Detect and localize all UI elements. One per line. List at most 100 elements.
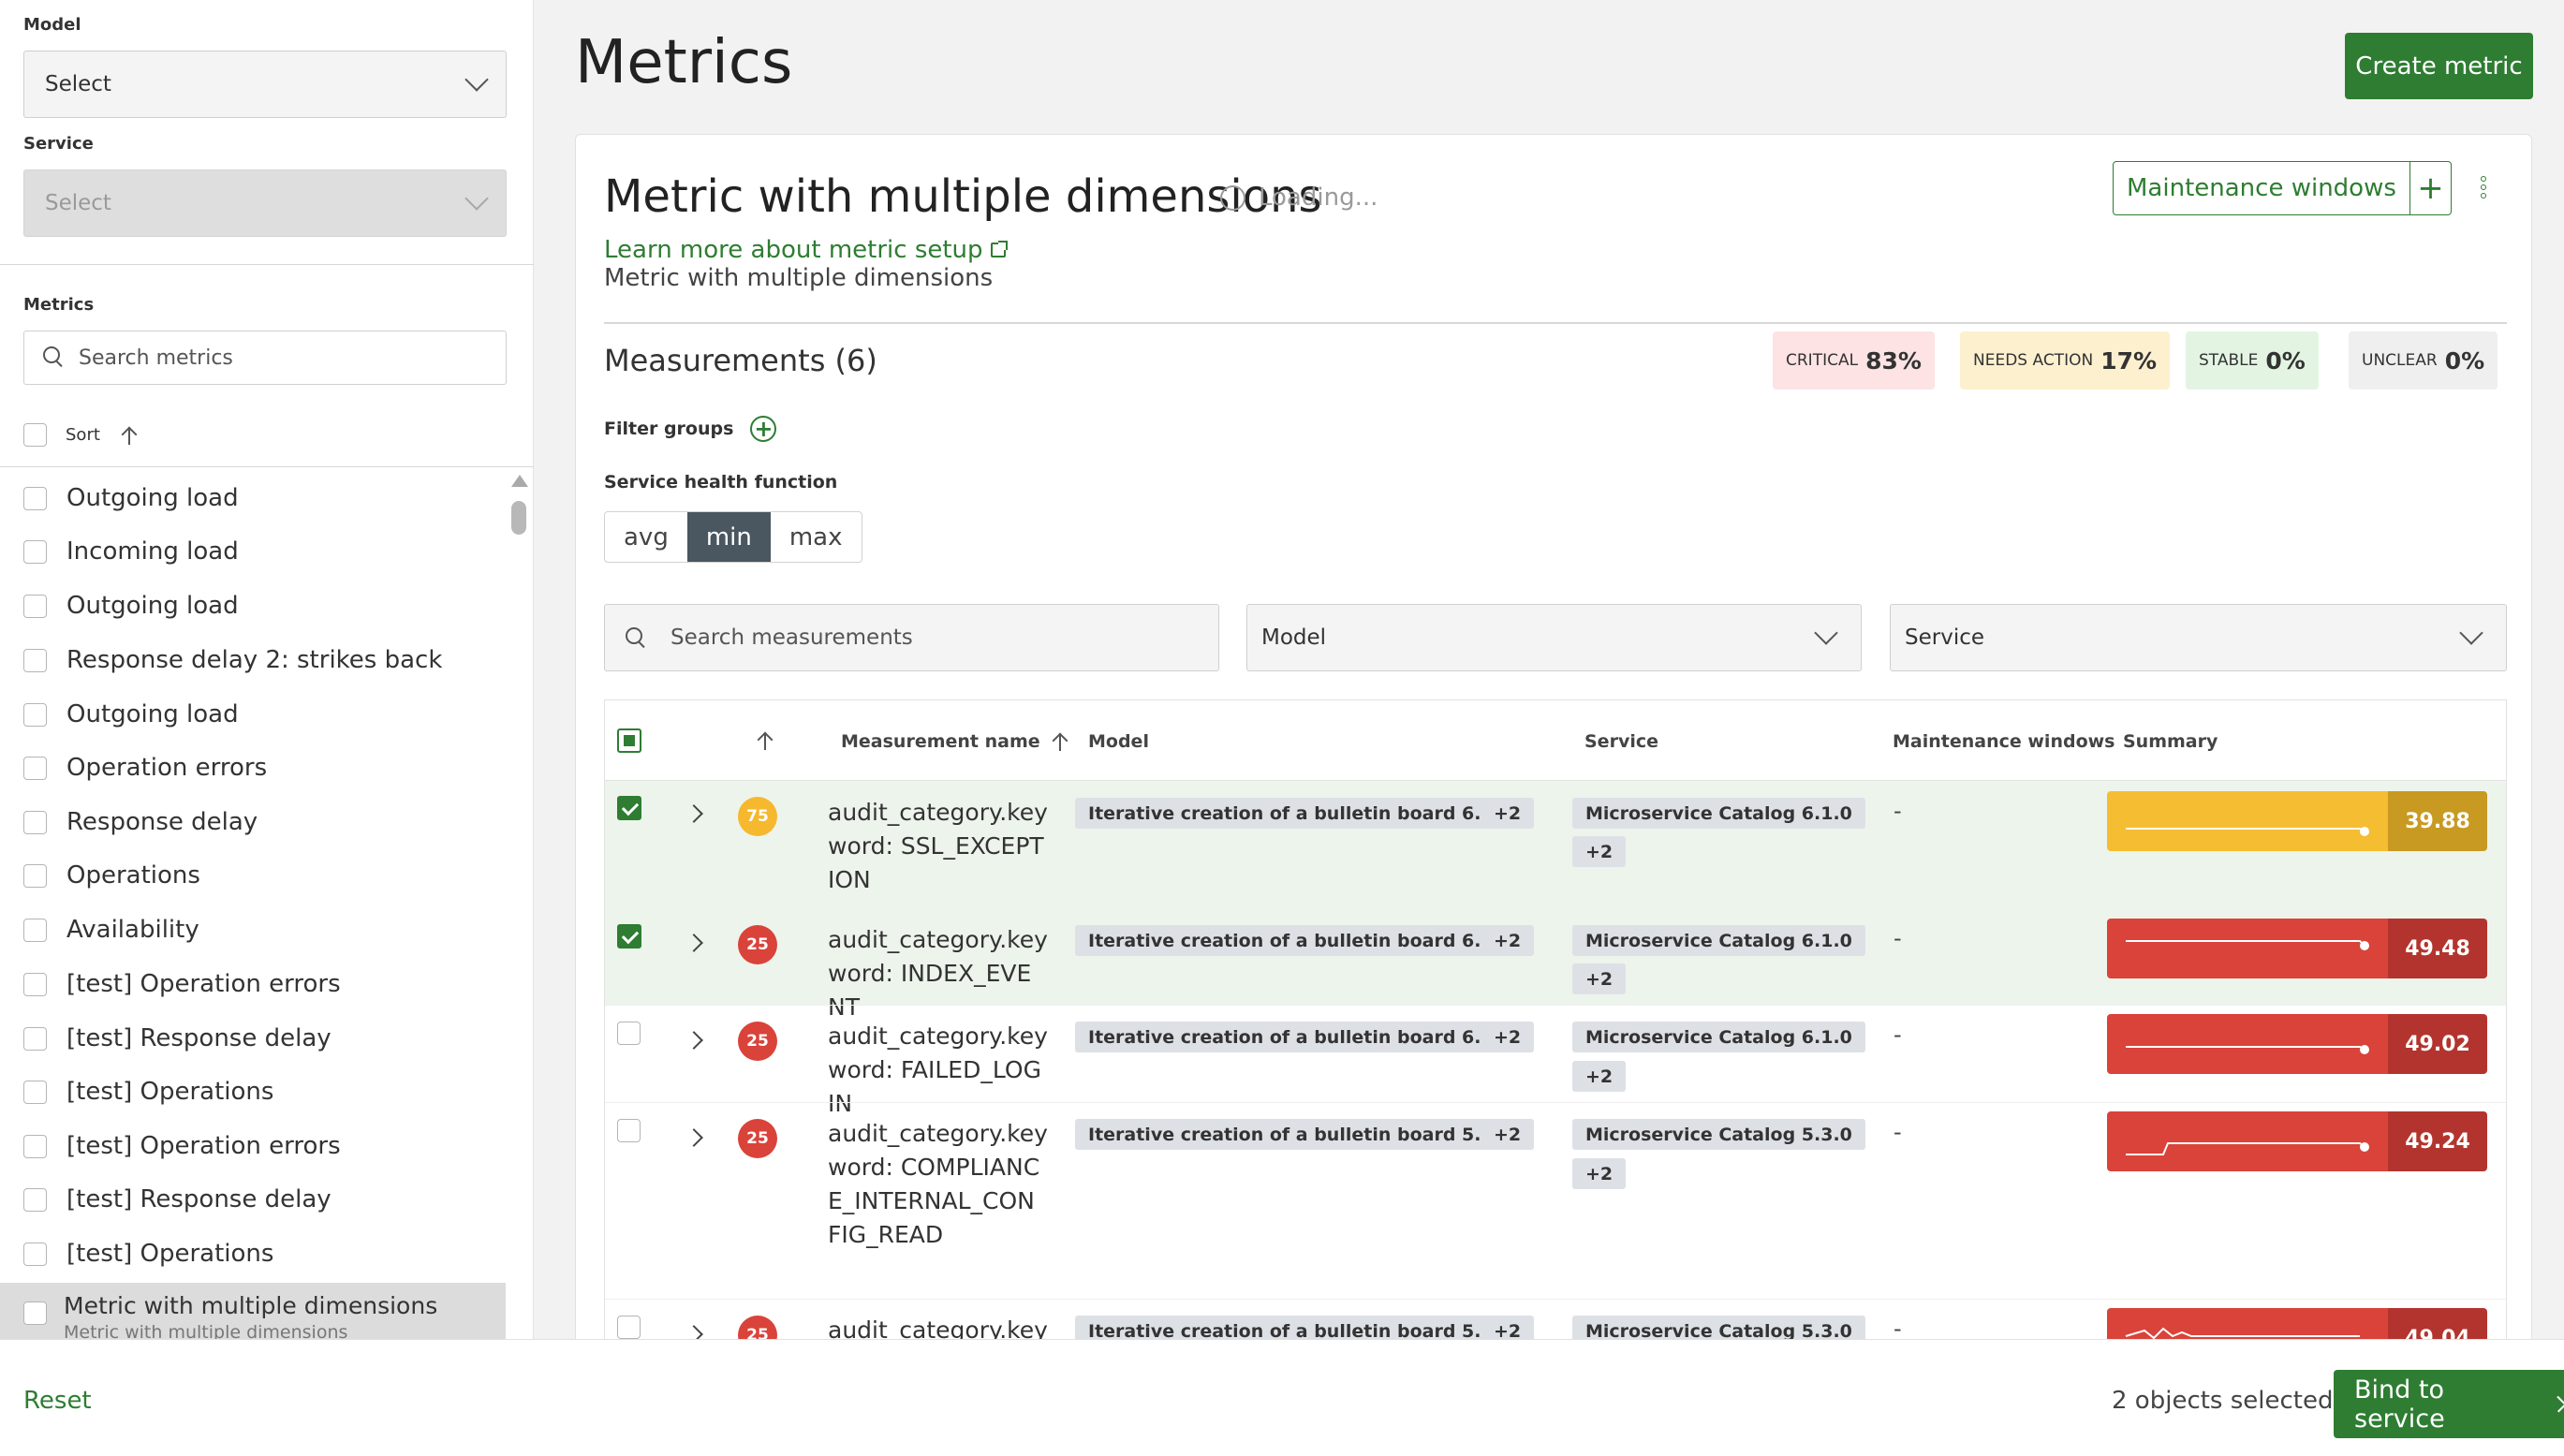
maintenance-value: - [1894,798,1902,824]
metrics-list: Outgoing load Incoming load Outgoing loa… [0,468,506,1339]
service-more-tag[interactable]: +2 [1572,836,1627,867]
scrollbar-thumb[interactable] [511,501,526,535]
list-item[interactable]: Outgoing load [23,592,239,620]
list-item-checkbox[interactable] [23,972,47,996]
search-metrics-input[interactable]: Search metrics [23,331,507,385]
list-item-checkbox[interactable] [23,1187,47,1212]
list-item-checkbox[interactable] [23,702,47,727]
health-option-max[interactable]: max [771,512,862,562]
model-more-tag[interactable]: +2 [1481,925,1535,956]
list-item[interactable]: [test] Operation errors [23,1132,341,1160]
badge-value: 17% [2100,346,2158,375]
service-select: Select [23,169,507,237]
more-options-icon[interactable] [2481,176,2486,201]
model-more-tag[interactable]: +2 [1481,798,1535,829]
list-item-checkbox[interactable] [23,539,47,564]
maintenance-value: - [1894,1316,1902,1342]
badge-key: CRITICAL [1786,351,1859,370]
list-item[interactable]: [test] Operations [23,1240,273,1268]
summary-value: 49.48 [2388,919,2487,978]
score-badge: 25 [738,1022,777,1061]
maintenance-windows-button[interactable]: Maintenance windows + [2113,161,2452,215]
service-filter-select[interactable]: Service [1890,604,2507,671]
list-item-checkbox[interactable] [23,1080,47,1104]
list-item[interactable]: [test] Response delay [23,1024,332,1052]
add-maintenance-window-button[interactable]: + [2409,162,2451,214]
add-filter-group-icon[interactable]: + [750,416,777,442]
list-item[interactable]: Availability [23,916,199,944]
divider [0,264,534,265]
list-item-checkbox[interactable] [23,1134,47,1158]
list-item-checkbox[interactable] [23,594,47,618]
list-item[interactable]: [test] Response delay [23,1185,332,1213]
row-checkbox[interactable] [617,1022,641,1045]
list-item-checkbox[interactable] [23,810,47,834]
list-item-label: Response delay [66,808,258,836]
list-item-checkbox[interactable] [23,1302,47,1325]
column-summary[interactable]: Summary [2123,731,2218,752]
row-checkbox[interactable] [617,1119,641,1142]
table-row[interactable]: 75 audit_category.keyword: SSL_EXCEPTION… [605,781,2506,908]
list-item[interactable]: Outgoing load [23,700,239,728]
chevron-down-icon [1814,621,1838,645]
table-row[interactable]: 25 audit_category.keyword: INDEX_EVENT I… [605,908,2506,1021]
select-all-rows-checkbox[interactable] [617,728,641,753]
expand-chevron-icon[interactable] [685,934,703,952]
column-model[interactable]: Model [1088,731,1149,752]
health-option-min[interactable]: min [686,512,771,562]
service-more-tag[interactable]: +2 [1572,1061,1627,1092]
expand-chevron-icon[interactable] [685,804,703,823]
list-item-label: Metric with multiple dimensions [64,1292,438,1319]
reset-button[interactable]: Reset [23,1387,92,1415]
model-more-tag[interactable]: +2 [1481,1119,1535,1150]
learn-more-text: Learn more about metric setup [604,236,983,264]
list-item-checkbox[interactable] [23,1026,47,1051]
scrollbar[interactable] [509,473,528,1339]
list-item-checkbox[interactable] [23,486,47,510]
service-more-tag[interactable]: +2 [1572,1158,1627,1189]
expand-chevron-icon[interactable] [685,1128,703,1147]
sort-score-icon[interactable] [755,730,775,751]
scroll-up-icon[interactable] [511,475,528,487]
list-item[interactable]: Incoming load [23,537,239,566]
column-maintenance-windows[interactable]: Maintenance windows [1893,731,2115,752]
list-item-checkbox[interactable] [23,1242,47,1266]
list-item-label: Operation errors [66,754,268,782]
list-item[interactable]: Operation errors [23,754,267,782]
column-measurement-name[interactable]: Measurement name [841,731,1070,752]
row-checkbox[interactable] [617,1316,641,1339]
status-badge-unclear: UNCLEAR 0% [2349,331,2498,390]
list-item[interactable]: Outgoing load [23,484,239,512]
list-item-label: [test] Operation errors [66,1132,341,1160]
learn-more-link[interactable]: Learn more about metric setup [604,236,1008,264]
bind-to-service-button[interactable]: Bind to service [2334,1370,2564,1438]
health-option-avg[interactable]: avg [605,512,687,562]
table-row[interactable]: 25 audit_category.keyword: FAILED_LOGIN … [605,1005,2506,1117]
list-item[interactable]: Response delay [23,808,258,836]
search-measurements-input[interactable]: Search measurements [604,604,1219,671]
select-all-checkbox[interactable] [23,423,47,447]
row-checkbox[interactable] [617,796,641,820]
expand-chevron-icon[interactable] [685,1031,703,1050]
list-item[interactable]: Operations [23,861,200,890]
service-more-tag[interactable]: +2 [1572,963,1627,994]
list-item-checkbox[interactable] [23,863,47,888]
list-item[interactable]: [test] Operation errors [23,970,341,998]
metric-subtitle: Metric with multiple dimensions [604,264,994,292]
list-item-checkbox[interactable] [23,918,47,942]
list-item-checkbox[interactable] [23,648,47,672]
sort-ascending-icon[interactable] [119,425,140,446]
list-item-selected[interactable]: Metric with multiple dimensions Metric w… [0,1283,506,1339]
badge-key: UNCLEAR [2362,351,2438,370]
column-service[interactable]: Service [1584,731,1658,752]
list-item[interactable]: Response delay 2: strikes back [23,646,442,674]
model-select[interactable]: Select [23,51,507,118]
model-filter-select[interactable]: Model [1246,604,1862,671]
list-item-label: Availability [66,916,199,944]
create-metric-button[interactable]: Create metric [2345,33,2533,99]
row-checkbox[interactable] [617,924,641,949]
list-item-checkbox[interactable] [23,756,47,780]
list-item[interactable]: [test] Operations [23,1078,273,1106]
model-more-tag[interactable]: +2 [1481,1022,1535,1052]
table-row[interactable]: 25 audit_category.keyword: COMPLIANCE_IN… [605,1102,2506,1299]
